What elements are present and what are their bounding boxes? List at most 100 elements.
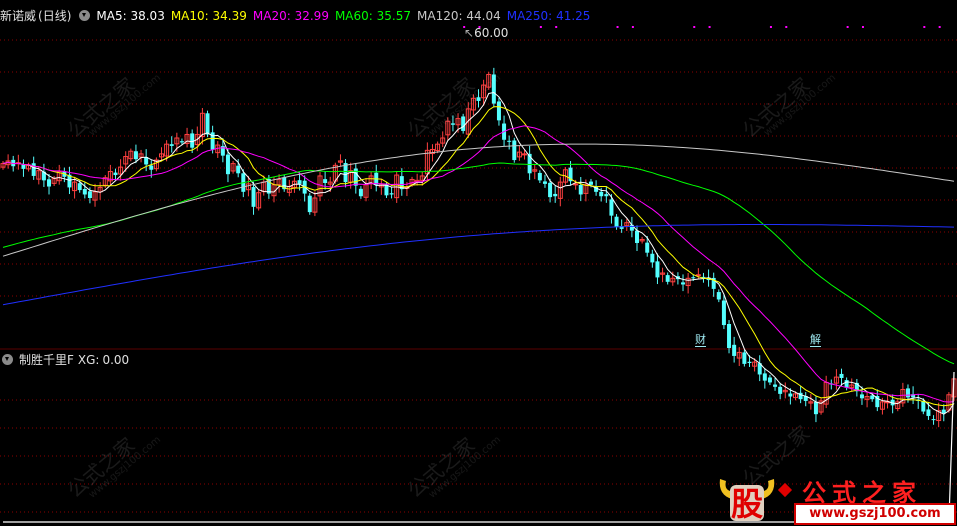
ma5-value: 38.03 — [130, 8, 165, 23]
max-price-value: 60.00 — [474, 26, 509, 40]
candle-body-down — [553, 193, 558, 197]
candle-body-down — [665, 275, 670, 282]
candle-body-down — [599, 191, 604, 197]
signal-dot — [693, 26, 696, 28]
signal-dot — [555, 26, 558, 28]
candle-body-down — [384, 184, 389, 196]
main-chart-header: 新诺威 (日线) MA5: 38.03 MA10: 34.39 MA20: 32… — [0, 7, 596, 24]
signal-dot — [846, 26, 849, 28]
ma250-readout: MA250: 41.25 — [507, 9, 591, 23]
candle-body-down — [747, 361, 752, 363]
ma250-value: 41.25 — [556, 8, 591, 23]
ma20-value: 32.99 — [294, 8, 329, 23]
candle-body-up — [573, 183, 579, 186]
candle-body-down — [721, 300, 726, 326]
candle-body-down — [461, 116, 466, 131]
max-pointer-icon: ↖ — [464, 26, 475, 40]
ma10-line — [2, 106, 955, 407]
candle-body-down — [358, 188, 363, 197]
ma10-value: 34.39 — [212, 8, 247, 23]
candle-body-down — [732, 344, 737, 356]
candle-body-down — [635, 230, 639, 243]
candle-body-down — [323, 179, 328, 183]
candle-body-down — [389, 193, 394, 195]
candle-body-down — [905, 388, 910, 398]
ma10-readout: MA10: 34.39 — [171, 9, 247, 23]
candle-body-down — [21, 164, 26, 169]
candle-body-down — [47, 179, 52, 187]
candle-body-down — [236, 165, 241, 174]
candle-body-down — [742, 352, 747, 364]
ma60-value: 35.57 — [376, 8, 412, 23]
stock-name: 新诺威 — [0, 9, 37, 23]
signal-dot — [861, 26, 864, 28]
candle-body-down — [588, 181, 593, 185]
ma20-label: MA20: — [252, 8, 291, 23]
candle-body-down — [77, 183, 82, 191]
ma120-value: 44.04 — [466, 8, 501, 23]
max-price-label: ↖60.00 — [464, 26, 508, 40]
ma250-line — [2, 224, 955, 306]
candle-body-down — [604, 194, 609, 197]
candle-body-down — [767, 377, 772, 383]
ma120-readout: MA120: 44.04 — [417, 9, 501, 23]
candle-body-down — [716, 292, 721, 300]
candle-body-down — [681, 282, 686, 285]
candle-body-down — [655, 261, 660, 278]
candle-body-down — [496, 101, 501, 121]
candle-body-down — [650, 253, 655, 263]
candle-body-down — [813, 401, 818, 415]
candle-body-down — [839, 373, 844, 378]
indicator-menu-icon[interactable] — [79, 10, 91, 21]
logo-bull-icon: 股 — [716, 473, 778, 523]
candle-body-down — [31, 163, 36, 176]
candle-body-down — [773, 384, 778, 387]
candle-body-down — [931, 419, 936, 421]
candle-body-down — [82, 189, 87, 195]
candle-body-down — [251, 187, 256, 207]
candle-body-down — [87, 191, 92, 198]
indicator-menu-icon-2[interactable] — [2, 354, 13, 365]
candle-body-down — [542, 181, 547, 184]
candle-body-down — [512, 140, 517, 161]
candle-body-down — [507, 140, 512, 142]
candle-body-down — [133, 151, 138, 160]
candle-body-down — [149, 165, 154, 170]
candle-body-down — [727, 324, 732, 348]
candle-body-down — [778, 386, 783, 394]
ma250-label: MA250: — [506, 8, 553, 23]
candle-body-down — [205, 113, 210, 135]
candle-body-down — [921, 400, 926, 412]
candle-body-down — [307, 195, 312, 213]
event-tag-jie[interactable]: 解 — [810, 334, 821, 347]
logo-url: www.gszj100.com — [794, 503, 956, 525]
signal-dot — [631, 26, 634, 28]
event-tag-cai[interactable]: 财 — [695, 334, 706, 347]
candle-body-down — [225, 154, 230, 175]
ma5-line — [2, 91, 955, 415]
candle-body-down — [179, 141, 184, 143]
signal-dot — [785, 26, 788, 28]
candle-body-down — [645, 242, 650, 253]
signal-dot — [708, 26, 711, 28]
candle-body-down — [578, 184, 583, 195]
ma5-label: MA5: — [96, 8, 127, 23]
indicator-header: 制胜千里F XG: 0.00 — [0, 351, 135, 368]
candle-body-down — [169, 144, 174, 146]
candle-body-down — [926, 409, 931, 416]
candle-body-down — [537, 172, 542, 181]
candle-body-down — [870, 395, 875, 400]
signal-dot — [769, 26, 772, 28]
logo-char: 股 — [730, 485, 763, 523]
ma60-readout: MA60: 35.57 — [335, 9, 411, 23]
signal-dot — [539, 26, 542, 28]
logo-diamond-icon — [777, 482, 793, 498]
period-label: (日线) — [38, 9, 72, 23]
candle-body-up — [695, 274, 701, 277]
xg-label: XG: — [77, 352, 100, 367]
candle-body-down — [859, 394, 864, 399]
signal-dot — [616, 26, 619, 28]
candle-body-down — [609, 199, 614, 216]
candle-body-down — [762, 373, 767, 381]
candle-body-up — [522, 153, 528, 156]
